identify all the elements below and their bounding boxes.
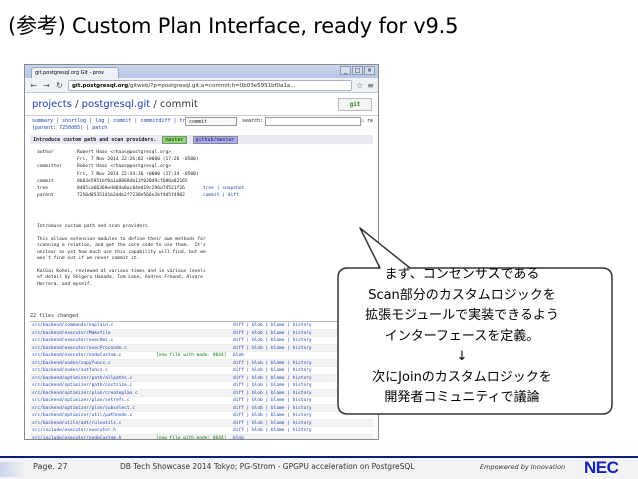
file-path-link[interactable]: src/backend/utils/adt/ruleutils.c: [32, 421, 121, 426]
maximize-button[interactable]: □: [352, 66, 363, 75]
search-label: search:: [242, 118, 264, 124]
file-path-link[interactable]: src/backend/optimizer/plan/createplan.c: [32, 391, 138, 396]
branch-tag-github[interactable]: github/master: [192, 136, 238, 144]
forward-icon[interactable]: →: [42, 81, 51, 90]
meta-row: author Robert Haas <rhaas@postgresql.org>: [37, 150, 172, 155]
browser-toolbar: ← → ↻ git.postgresql.org/gitweb/?p=postg…: [25, 78, 378, 93]
breadcrumb-projects[interactable]: projects: [32, 99, 72, 110]
meta-row: tree 0485ca66369edd84a8ac84ed19c296a74521…: [37, 186, 245, 192]
footer-tagline: Empowered by Innovation: [480, 463, 566, 471]
regex-checkbox-label[interactable]: ☐ re: [361, 118, 373, 124]
meta-row: commit 0b03e5951bf0a1a8868db13f02049cf686…: [37, 178, 188, 184]
meta-row: Fri, 7 Nov 2014 22:26:02 +0000 (17:26 -0…: [77, 157, 199, 163]
file-path-link[interactable]: src/backend/nodes/copyfuncs.c: [32, 361, 111, 366]
commit-subject: Introduce custom path and scan providers…: [33, 137, 157, 143]
url-path: /gitweb/?p=postgresql.git;a=commit;h=0b0…: [128, 82, 296, 89]
star-icon[interactable]: ☆: [356, 81, 363, 90]
gitweb-header: projects / postgresql.git / commit git: [25, 94, 378, 116]
new-file-note: [new file with mode: 0644]: [156, 435, 227, 440]
callout-line: Scan部分のカスタムロジックを: [368, 287, 556, 303]
commit-metadata: author Robert Haas <rhaas@postgresql.org>…: [37, 149, 244, 199]
file-path-link[interactable]: src/backend/executor/Makefile: [32, 331, 111, 336]
close-button[interactable]: ×: [364, 66, 375, 75]
new-file-note: [new file with mode: 0644]: [156, 353, 227, 358]
file-path-link[interactable]: src/backend/executor/execAmi.c: [32, 338, 113, 343]
nec-logo: NEC: [584, 458, 619, 477]
file-path-link[interactable]: src/backend/executor/execProcnode.c: [32, 346, 127, 351]
callout-line: 開発者コミュニティで議論: [384, 390, 540, 405]
gitweb-breadcrumb: projects / postgresql.git / commit: [32, 99, 198, 110]
callout-line: インターフェースを定義。: [384, 328, 540, 344]
browser-tab[interactable]: git.postgresql.org Git - prov: [31, 67, 119, 78]
breadcrumb-repo[interactable]: postgresql.git: [82, 99, 151, 110]
search-input[interactable]: [265, 117, 361, 126]
callout-text: まず、コンセンサスである Scan部分のカスタムロジックを 拡張モジュールで実装…: [338, 265, 586, 409]
file-path-link[interactable]: src/backend/optimizer/plan/setrefs.c: [32, 398, 130, 403]
footer-caption: DB Tech Showcase 2014 Tokyo; PG-Strom - …: [120, 462, 415, 471]
callout-line: まず、コンセンサスである: [384, 267, 540, 282]
file-path-link[interactable]: src/backend/optimizer/path/costsize.c: [32, 383, 132, 388]
breadcrumb-view: commit: [159, 99, 198, 110]
menu-icon[interactable]: ≡: [367, 81, 374, 90]
file-action-links[interactable]: blob: [233, 353, 244, 358]
meta-row: Fri, 7 Nov 2014 22:34:36 +0000 (17:34 -0…: [77, 171, 199, 177]
file-path-link[interactable]: src/backend/optimizer/util/pathnode.c: [32, 413, 132, 418]
callout-line: 次にJoinのカスタムロジックを: [372, 369, 552, 385]
search-type-select[interactable]: commit: [185, 117, 237, 126]
file-path-link[interactable]: src/include/executor/executor.h: [32, 428, 116, 433]
address-bar[interactable]: git.postgresql.org/gitweb/?p=postgresql.…: [68, 79, 353, 91]
commit-subject-bar: Introduce custom path and scan providers…: [30, 135, 373, 144]
file-path-link[interactable]: src/backend/optimizer/plan/subselect.c: [32, 406, 135, 411]
file-path-link[interactable]: src/backend/optimizer/path/allpaths.c: [32, 376, 132, 381]
meta-row: committer Robert Haas <rhaas@postgresql.o…: [37, 164, 172, 170]
window-controls: _ □ ×: [340, 66, 375, 75]
slide-footer: Page. 27 DB Tech Showcase 2014 Tokyo; PG…: [0, 456, 638, 479]
slide-title: (参考) Custom Plan Interface, ready for v9…: [8, 14, 459, 38]
meta-row: parent 7250d85351d1b2ddb2f7230e566e2bf4d5…: [37, 193, 239, 199]
url-domain: git.postgresql.org: [72, 82, 129, 89]
back-icon[interactable]: ←: [29, 81, 38, 90]
minimize-button[interactable]: _: [340, 66, 351, 75]
browser-tab-bar: git.postgresql.org Git - prov _ □ ×: [25, 65, 378, 78]
git-logo[interactable]: git: [338, 98, 372, 111]
tree-links[interactable]: tree | snapshot: [203, 186, 245, 191]
down-arrow-icon: ↓: [456, 349, 468, 364]
branch-tag-master[interactable]: master: [162, 136, 187, 144]
gitweb-nav-links[interactable]: summary | shortlog | log | commit | comm…: [32, 118, 192, 124]
parent-links[interactable]: commit | diff: [203, 193, 239, 198]
file-path-link[interactable]: src/backend/commands/explain.c: [32, 323, 113, 328]
file-path-link[interactable]: src/include/executor/nodeCustom.h: [32, 436, 121, 440]
commit-message: Introduce custom path and scan providers…: [37, 224, 206, 287]
callout-line: 拡張モジュールで実装できるよう: [365, 308, 559, 323]
file-path-link[interactable]: src/backend/executor/nodeCustom.c: [32, 353, 121, 358]
footer-accent: [0, 462, 26, 477]
file-action-links[interactable]: blob: [233, 436, 244, 440]
reload-icon[interactable]: ↻: [55, 81, 64, 90]
page-number: Page. 27: [33, 462, 68, 471]
file-path-link[interactable]: src/backend/nodes/outfuncs.c: [32, 368, 108, 373]
gitweb-parent-links[interactable]: (parent: 7250d85) | patch: [32, 125, 107, 131]
